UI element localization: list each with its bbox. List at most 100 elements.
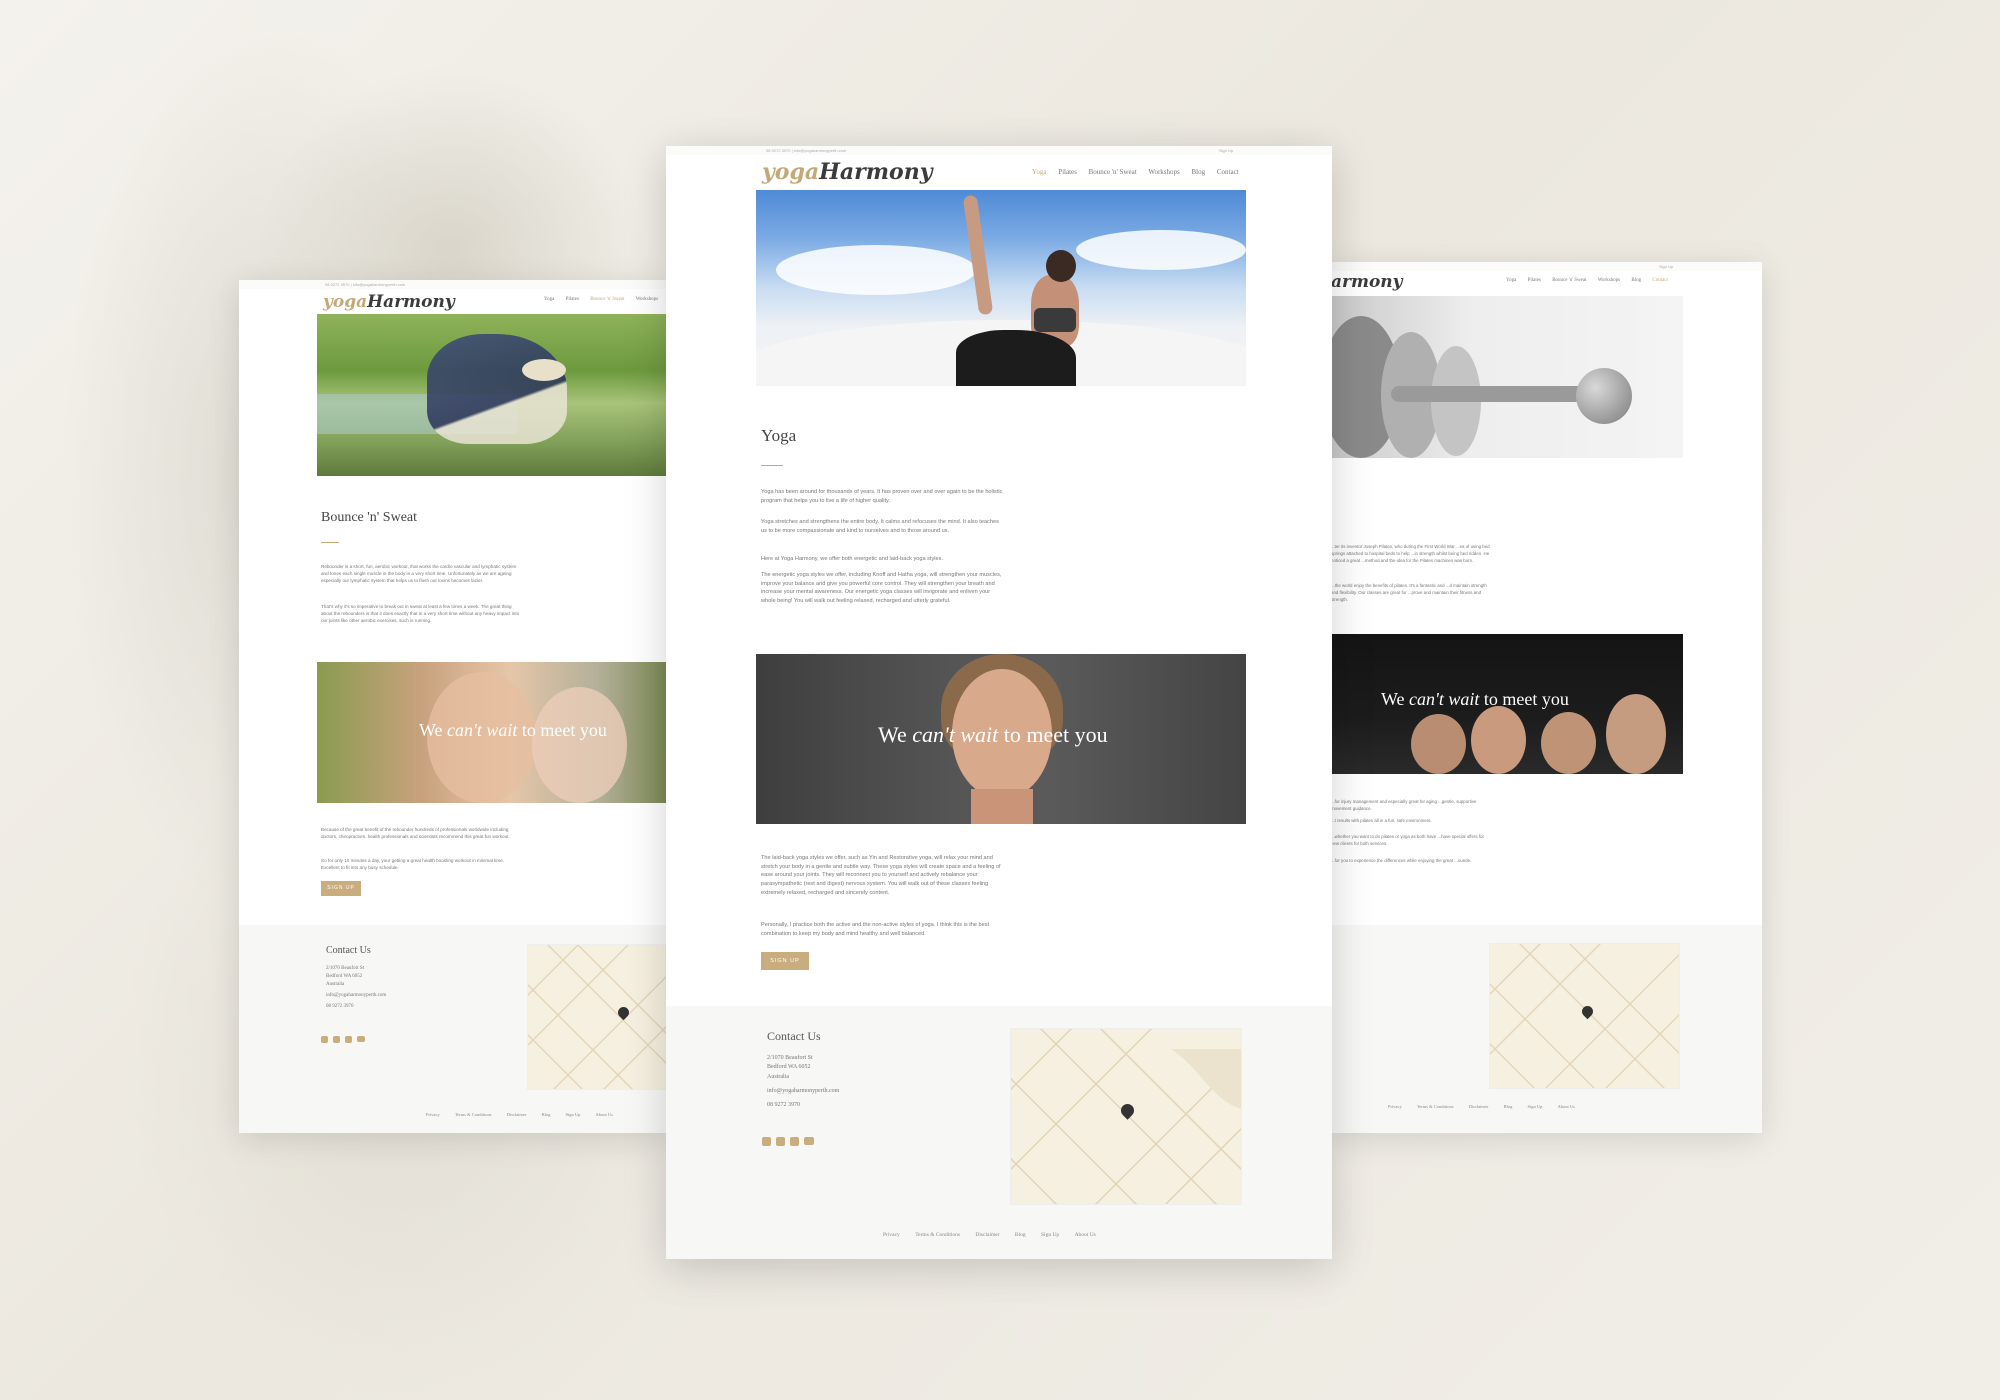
paragraph-2: ...the world enjoy the benefits of pilat…	[1331, 583, 1487, 602]
footer: Contact Us 2/1070 Beaufort St Bedford WA…	[666, 1006, 1332, 1259]
contact-title: Contact Us	[326, 945, 371, 956]
footer-link-signup[interactable]: Sign Up	[1041, 1232, 1059, 1238]
site-logo[interactable]: yogaHarmony	[323, 292, 455, 312]
paragraph-6: Personally, I practice both the active a…	[761, 922, 990, 937]
site-logo-partial[interactable]: armony	[1331, 272, 1403, 292]
footer-link-terms[interactable]: Terms & Conditions	[915, 1232, 960, 1238]
footer-link-privacy[interactable]: Privacy	[883, 1232, 900, 1238]
logo-harmony: Harmony	[819, 159, 933, 185]
footer-link-blog[interactable]: Blog	[1015, 1232, 1026, 1238]
sign-up-button[interactable]: SIGN UP	[321, 881, 361, 896]
slogan-banner: We can't wait to meet you	[756, 654, 1246, 824]
slogan-banner: We can't wait to meet you	[1331, 634, 1683, 774]
paragraph-1: Rebounder is a short, fun, aerobic worko…	[321, 564, 517, 584]
right-page-mockup: Sign Up armony Yoga Pilates Bounce 'n' S…	[1331, 262, 1762, 1133]
banner-face-2	[532, 687, 627, 803]
logo-yoga: yoga	[323, 292, 368, 312]
hero-top	[1034, 308, 1076, 332]
footer-link-about[interactable]: About Us	[1557, 1104, 1574, 1109]
contact-phone[interactable]: 08 9272 3970	[767, 1101, 839, 1110]
footer-link-blog[interactable]: Blog	[1504, 1104, 1513, 1109]
footer-nav: Privacy Terms & Conditions Disclaimer Bl…	[1381, 1104, 1582, 1109]
youtube-icon[interactable]	[357, 1036, 365, 1042]
nav-yoga[interactable]: Yoga	[1506, 278, 1516, 283]
paragraph-4: ...t results with pilates all in a fun, …	[1331, 818, 1432, 823]
paragraph-3: Because of the great benefit of the rebo…	[321, 827, 510, 840]
nav-workshops[interactable]: Workshops	[1148, 168, 1179, 176]
facebook-icon[interactable]	[762, 1137, 771, 1146]
footer: Contact Us 2/1070 Beaufort St Bedford WA…	[239, 925, 667, 1133]
sign-up-button[interactable]: SIGN UP	[761, 952, 809, 970]
slogan-text: We can't wait to meet you	[878, 722, 1108, 747]
footer-link-signup[interactable]: Sign Up	[1527, 1104, 1542, 1109]
location-map[interactable]	[1489, 943, 1680, 1089]
nav-bounce[interactable]: Bounce 'n' Sweat	[590, 297, 624, 302]
nav-workshops[interactable]: Workshops	[636, 297, 658, 302]
footer-link-disclaimer[interactable]: Disclaimer	[507, 1112, 527, 1117]
paragraph-3: Here at Yoga Harmony, we offer both ener…	[761, 556, 944, 562]
facebook-icon[interactable]	[321, 1036, 328, 1043]
contact-email[interactable]: info@yogaharmonyperth.com	[767, 1087, 839, 1096]
footer-link-disclaimer[interactable]: Disclaimer	[975, 1232, 999, 1238]
footer-link-disclaimer[interactable]: Disclaimer	[1469, 1104, 1489, 1109]
location-map[interactable]	[527, 944, 667, 1090]
nav-contact[interactable]: Contact	[1652, 278, 1668, 283]
hero-ball	[1576, 368, 1632, 424]
paragraph-3: ...for injury management and especially …	[1331, 799, 1477, 811]
contact-address: 2/1070 Beaufort St Bedford WA 6052 Austr…	[326, 966, 387, 1011]
paragraph-4: The energetic yoga styles we offer, incl…	[761, 572, 1002, 604]
contact-title: Contact Us	[767, 1029, 821, 1043]
footer-link-about[interactable]: About Us	[595, 1112, 612, 1117]
banner-face-3	[1541, 712, 1596, 774]
hero-leg-raised	[962, 194, 994, 316]
center-page-mockup: 08 9272 3970 | info@yogaharmonyperth.com…	[666, 146, 1332, 1259]
hero-cloud-2	[1076, 230, 1246, 270]
nav-yoga[interactable]: Yoga	[544, 297, 554, 302]
twitter-icon[interactable]	[333, 1036, 340, 1043]
banner-neck	[971, 789, 1033, 824]
nav-workshops[interactable]: Workshops	[1598, 278, 1620, 283]
top-bar: 08 9272 3970 | info@yogaharmonyperth.com	[239, 280, 667, 289]
nav-blog[interactable]: Blog	[1631, 278, 1641, 283]
hero-image-pilates-class	[1331, 296, 1683, 458]
logo-harmony-partial: armony	[1331, 272, 1403, 292]
footer: Privacy Terms & Conditions Disclaimer Bl…	[1331, 925, 1762, 1133]
footer-link-privacy[interactable]: Privacy	[426, 1112, 440, 1117]
footer-link-terms[interactable]: Terms & Conditions	[1417, 1104, 1454, 1109]
contact-phone[interactable]: 08 9272 3970	[326, 1003, 386, 1011]
nav-bounce[interactable]: Bounce 'n' Sweat	[1552, 278, 1586, 283]
nav-pilates[interactable]: Pilates	[1058, 168, 1077, 176]
nav-contact[interactable]: Contact	[1217, 168, 1239, 176]
slogan-banner: We can't wait to meet you	[317, 662, 667, 803]
nav-pilates[interactable]: Pilates	[566, 297, 579, 302]
site-logo[interactable]: yogaHarmony	[762, 159, 932, 185]
logo-harmony: Harmony	[367, 292, 455, 312]
youtube-icon[interactable]	[804, 1137, 814, 1145]
footer-link-terms[interactable]: Terms & Conditions	[455, 1112, 492, 1117]
contact-email[interactable]: info@yogaharmonyperth.com	[326, 992, 386, 1000]
footer-link-privacy[interactable]: Privacy	[1388, 1104, 1402, 1109]
nav-blog[interactable]: Blog	[1191, 168, 1205, 176]
paragraph-2: Yoga stretches and strengthens the entir…	[761, 519, 999, 534]
footer-nav: Privacy Terms & Conditions Disclaimer Bl…	[419, 1112, 620, 1117]
topbar-signup[interactable]: Sign Up	[1659, 264, 1673, 269]
footer-link-blog[interactable]: Blog	[542, 1112, 551, 1117]
location-map[interactable]	[1010, 1028, 1242, 1205]
paragraph-5: ...whether you want to do pilates or yog…	[1331, 834, 1484, 846]
instagram-icon[interactable]	[345, 1036, 352, 1043]
footer-link-signup[interactable]: Sign Up	[565, 1112, 580, 1117]
title-rule	[761, 465, 783, 466]
logo-yoga: yoga	[762, 159, 820, 185]
nav-pilates[interactable]: Pilates	[1528, 278, 1541, 283]
nav-yoga[interactable]: Yoga	[1032, 168, 1046, 176]
main-nav: Yoga Pilates Bounce 'n' Sweat Workshops …	[1022, 168, 1239, 176]
twitter-icon[interactable]	[776, 1137, 785, 1146]
footer-link-about[interactable]: About Us	[1075, 1232, 1096, 1238]
topbar-signup[interactable]: Sign Up	[1219, 148, 1233, 153]
hero-skirt	[956, 330, 1076, 386]
contact-address: 2/1070 Beaufort St Bedford WA 6052 Austr…	[767, 1054, 839, 1110]
instagram-icon[interactable]	[790, 1137, 799, 1146]
main-nav: Yoga Pilates Bounce 'n' Sweat Workshops	[534, 297, 658, 302]
map-streets	[528, 945, 667, 1089]
nav-bounce[interactable]: Bounce 'n' Sweat	[1089, 168, 1137, 176]
